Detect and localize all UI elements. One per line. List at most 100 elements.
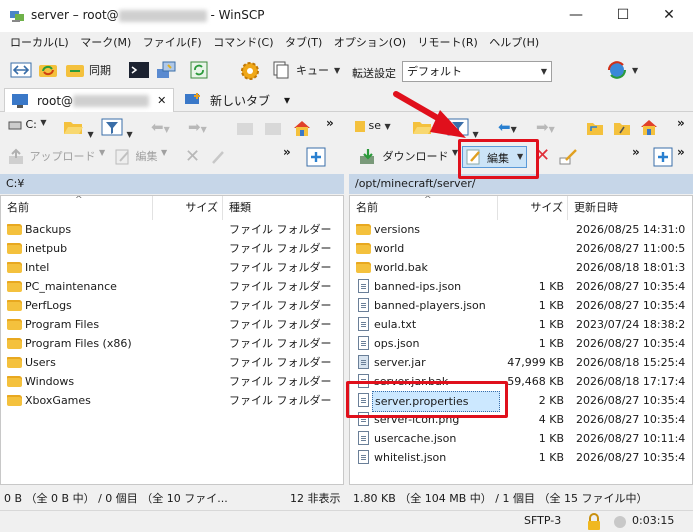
file-icon: [358, 298, 369, 312]
local-file-type: ファイル フォルダー: [229, 318, 332, 331]
tab-new[interactable]: 新しいタブ ▾: [178, 88, 296, 112]
table-row[interactable]: server.jar 47,999 KB 2026/08/18 15:25:4: [350, 353, 692, 372]
table-row[interactable]: PerfLogs ファイル フォルダー: [1, 296, 343, 315]
refresh-button[interactable]: [188, 60, 210, 80]
local-delete-button[interactable]: ✕: [185, 146, 200, 167]
table-row[interactable]: versions 2026/08/25 14:31:0: [350, 220, 692, 239]
menu-help[interactable]: ヘルプ(H): [485, 32, 543, 54]
menu-command[interactable]: コマンド(C): [209, 32, 277, 54]
table-row[interactable]: Program Files (x86) ファイル フォルダー: [1, 334, 343, 353]
local-root-dir-button[interactable]: [264, 120, 282, 139]
remote-dir-label: se: [368, 119, 382, 132]
maximize-button[interactable]: ☐: [600, 0, 646, 32]
local-back-button[interactable]: ⬅▼: [151, 118, 170, 136]
lock-icon[interactable]: [586, 513, 602, 531]
local-parent-dir-button[interactable]: [236, 120, 254, 139]
table-row[interactable]: Backups ファイル フォルダー: [1, 220, 343, 239]
table-row[interactable]: Users ファイル フォルダー: [1, 353, 343, 372]
remote-back-button[interactable]: ⬅▼: [498, 118, 517, 136]
local-drive-select[interactable]: C: ▼: [8, 118, 47, 135]
local-col-size[interactable]: サイズ: [153, 196, 223, 220]
remote-nav-overflow[interactable]: »: [677, 116, 685, 130]
table-row[interactable]: world.bak 2026/08/18 18:01:3: [350, 258, 692, 277]
minimize-button[interactable]: —: [553, 0, 599, 32]
remote-sync-button[interactable]: ▼: [606, 59, 638, 81]
local-file-list[interactable]: 名前 ^ サイズ 種類 Backups ファイル フォルダー inetpub ファイル …: [0, 195, 344, 485]
remote-file-modified: 2026/08/27 10:35:4: [576, 299, 686, 312]
remote-col-size[interactable]: サイズ: [498, 196, 568, 220]
local-action-overflow[interactable]: »: [283, 145, 291, 159]
edit-pencil-icon: [115, 149, 129, 165]
local-nav-overflow[interactable]: »: [326, 116, 334, 130]
local-open-folder-button[interactable]: ▼: [62, 117, 94, 140]
table-row[interactable]: XboxGames ファイル フォルダー: [1, 391, 343, 410]
local-home-button[interactable]: [292, 118, 312, 141]
remote-path: /opt/minecraft/server/: [355, 177, 476, 190]
download-button[interactable]: ダウンロード ▼: [359, 148, 458, 169]
remote-new-button[interactable]: [653, 147, 673, 170]
synchronize-browsing-button[interactable]: [37, 60, 59, 80]
table-row[interactable]: world 2026/08/27 11:00:5: [350, 239, 692, 258]
table-row[interactable]: banned-players.json 1 KB 2026/08/27 10:35:…: [350, 296, 692, 315]
menu-file[interactable]: ファイル(F): [139, 32, 206, 54]
local-filter-button[interactable]: ▼: [101, 117, 133, 140]
remote-action-overflow-2[interactable]: »: [677, 145, 685, 159]
console-button[interactable]: [128, 60, 150, 80]
remote-file-list[interactable]: 名前 ^ サイズ 更新日時 versions 2026/08/25 14:31:0 w…: [349, 195, 693, 485]
table-row[interactable]: Intel ファイル フォルダー: [1, 258, 343, 277]
table-row[interactable]: whitelist.json 1 KB 2026/08/27 10:35:4: [350, 448, 692, 467]
remote-rename-button[interactable]: [559, 148, 579, 169]
remote-col-modified[interactable]: 更新日時: [568, 196, 692, 220]
download-label: ダウンロード: [382, 150, 449, 163]
putty-button[interactable]: [155, 60, 177, 80]
transfer-settings-select[interactable]: デフォルト ▼: [402, 61, 552, 82]
remote-action-overflow[interactable]: »: [632, 145, 640, 159]
table-row[interactable]: Windows ファイル フォルダー: [1, 372, 343, 391]
remote-parent-dir-button[interactable]: [585, 119, 605, 140]
table-row[interactable]: ops.json 1 KB 2026/08/27 10:35:4: [350, 334, 692, 353]
remote-root-dir-button[interactable]: [612, 119, 632, 140]
menu-options[interactable]: オプション(O): [330, 32, 410, 54]
local-new-button[interactable]: [306, 147, 326, 170]
menu-remote[interactable]: リモート(R): [414, 32, 482, 54]
table-row[interactable]: usercache.json 1 KB 2026/08/27 10:11:4: [350, 429, 692, 448]
remote-forward-button[interactable]: ➡▼: [536, 118, 555, 136]
local-edit-button[interactable]: 編集 ▼: [114, 148, 167, 169]
menu-local[interactable]: ローカル(L): [6, 32, 73, 54]
menu-mark[interactable]: マーク(M): [76, 32, 135, 54]
remote-dir-select[interactable]: se ▼: [355, 119, 391, 132]
plus-icon: [653, 147, 673, 167]
remote-col-name[interactable]: 名前 ^: [350, 196, 498, 220]
table-row[interactable]: Program Files ファイル フォルダー: [1, 315, 343, 334]
preferences-button[interactable]: [239, 60, 261, 82]
close-button[interactable]: ✕: [646, 0, 692, 32]
local-forward-button[interactable]: ➡▼: [188, 118, 207, 136]
upload-button[interactable]: アップロード ▼: [8, 148, 105, 169]
compare-directories-button[interactable]: [10, 60, 32, 80]
remote-home-button[interactable]: [639, 117, 659, 140]
local-rename-button[interactable]: [210, 148, 228, 169]
new-tab-dropdown-icon[interactable]: ▾: [284, 93, 290, 107]
file-icon: [358, 355, 369, 369]
queue-button[interactable]: キュー ▼: [271, 60, 340, 80]
table-row[interactable]: inetpub ファイル フォルダー: [1, 239, 343, 258]
local-nav-toolbar: C: ▼ ▼ ▼ ⬅▼ ➡▼ »: [0, 114, 344, 142]
file-icon: [358, 431, 369, 445]
local-file-type: ファイル フォルダー: [229, 299, 332, 312]
local-action-toolbar: アップロード ▼ 編集 ▼ ✕ »: [0, 143, 344, 171]
local-col-type[interactable]: 種類: [223, 196, 343, 220]
local-col-name[interactable]: 名前 ^: [1, 196, 153, 220]
local-file-name: Program Files (x86): [25, 337, 132, 350]
table-row[interactable]: PC_maintenance ファイル フォルダー: [1, 277, 343, 296]
menu-tab[interactable]: タブ(T): [281, 32, 326, 54]
sync-label: 同期: [89, 64, 111, 77]
synchronize-button[interactable]: 同期: [64, 60, 111, 80]
folder-icon: [7, 338, 22, 349]
remote-status-text: 1.80 KB （全 104 MB 中） / 1 個目 （全 15 ファイル中）: [353, 492, 648, 505]
tab-close-icon[interactable]: ✕: [157, 94, 166, 107]
tab-session[interactable]: root@ ✕: [4, 88, 174, 112]
table-row[interactable]: eula.txt 1 KB 2023/07/24 18:38:2: [350, 315, 692, 334]
console-icon: [129, 62, 149, 78]
table-row[interactable]: banned-ips.json 1 KB 2026/08/27 10:35:4: [350, 277, 692, 296]
remote-file-size: 1 KB: [538, 318, 564, 331]
